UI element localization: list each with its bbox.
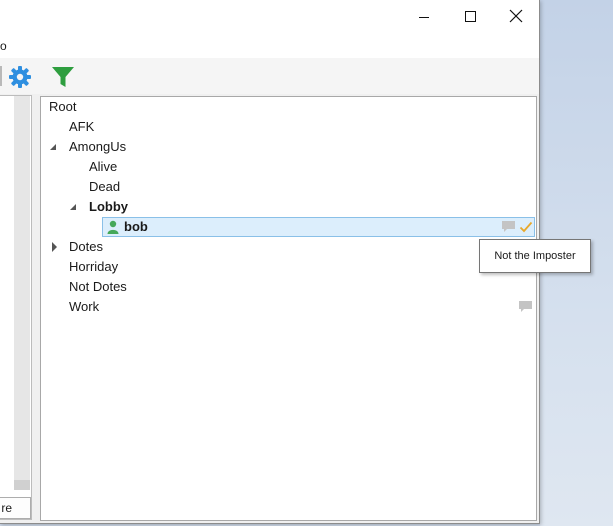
channel-lobby[interactable]: Lobby [89, 197, 128, 217]
expander-open-icon[interactable] [48, 142, 58, 152]
toolbar [0, 58, 539, 94]
channel-work[interactable]: Work [69, 297, 99, 317]
left-panel-button[interactable]: re [0, 497, 31, 519]
left-scrollbar[interactable] [14, 96, 30, 490]
comment-icon[interactable] [502, 221, 515, 233]
channel-horriday[interactable]: Horriday [69, 257, 118, 277]
maximize-button[interactable] [447, 0, 493, 34]
minimize-icon [419, 17, 429, 18]
tooltip: Not the Imposter [479, 239, 591, 273]
left-panel [0, 95, 32, 520]
scroll-down-arrow[interactable] [14, 480, 30, 490]
minimize-button[interactable] [401, 0, 447, 34]
selected-user-row[interactable] [102, 217, 535, 237]
check-icon [519, 221, 533, 233]
title-bar [0, 0, 539, 34]
channel-afk[interactable]: AFK [69, 117, 94, 137]
channel-dead[interactable]: Dead [89, 177, 120, 197]
channel-alive[interactable]: Alive [89, 157, 117, 177]
tree-root[interactable]: Root [49, 97, 76, 117]
channel-amongus[interactable]: AmongUs [69, 137, 126, 157]
maximize-icon [465, 11, 476, 22]
close-button[interactable] [493, 0, 539, 34]
channel-dotes[interactable]: Dotes [69, 237, 103, 257]
channel-not-dotes[interactable]: Not Dotes [69, 277, 127, 297]
close-icon [509, 9, 523, 23]
expander-closed-icon[interactable] [50, 242, 60, 252]
menu-item-partial[interactable]: o [0, 39, 7, 53]
user-icon [107, 220, 119, 234]
user-bob[interactable]: bob [124, 217, 148, 237]
toolbar-separator [0, 66, 2, 86]
expander-open-icon[interactable] [68, 202, 78, 212]
comment-icon[interactable] [519, 301, 532, 313]
gear-icon[interactable] [8, 65, 32, 89]
menu-bar: o [0, 34, 539, 58]
filter-icon[interactable] [51, 65, 75, 89]
